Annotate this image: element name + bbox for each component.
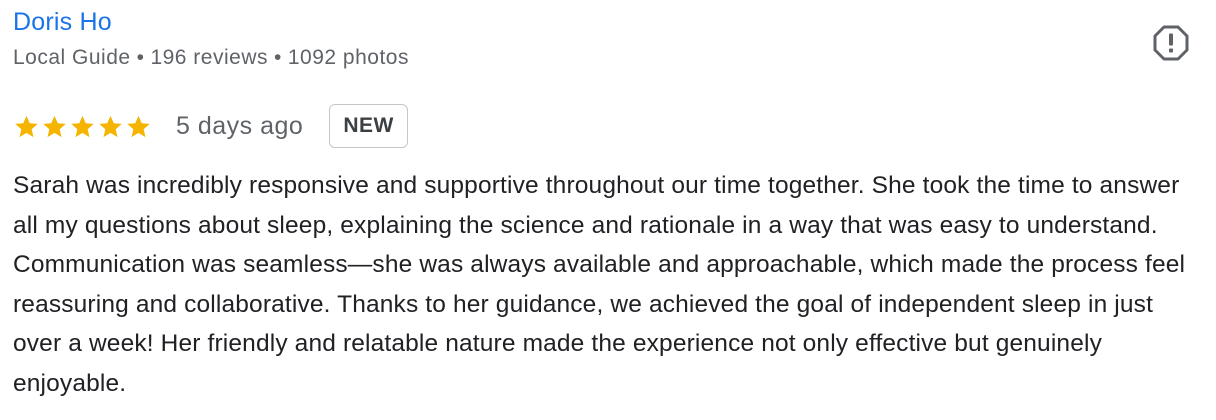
review-time: 5 days ago — [176, 111, 304, 140]
new-badge: NEW — [329, 104, 408, 148]
local-guide-label: Local Guide — [13, 46, 131, 69]
review-text: Sarah was incredibly responsive and supp… — [13, 172, 1186, 397]
star-icon — [127, 115, 150, 137]
separator-dot: • — [274, 46, 282, 69]
review-count: 196 reviews — [150, 46, 268, 69]
report-flag-icon — [1153, 25, 1189, 61]
report-review-button[interactable] — [1152, 24, 1190, 62]
reviewer-meta: Local Guide • 196 reviews • 1092 photos — [13, 44, 409, 72]
star-rating — [13, 113, 158, 140]
star-icon — [99, 115, 122, 137]
reviewer-name[interactable]: Doris Ho — [13, 6, 112, 38]
photo-count: 1092 photos — [287, 46, 409, 69]
star-icon — [15, 115, 38, 137]
star-icon — [71, 115, 94, 137]
star-icon — [43, 115, 66, 137]
separator-dot: • — [136, 46, 145, 69]
rating-row: 5 days ago NEW — [13, 102, 408, 150]
